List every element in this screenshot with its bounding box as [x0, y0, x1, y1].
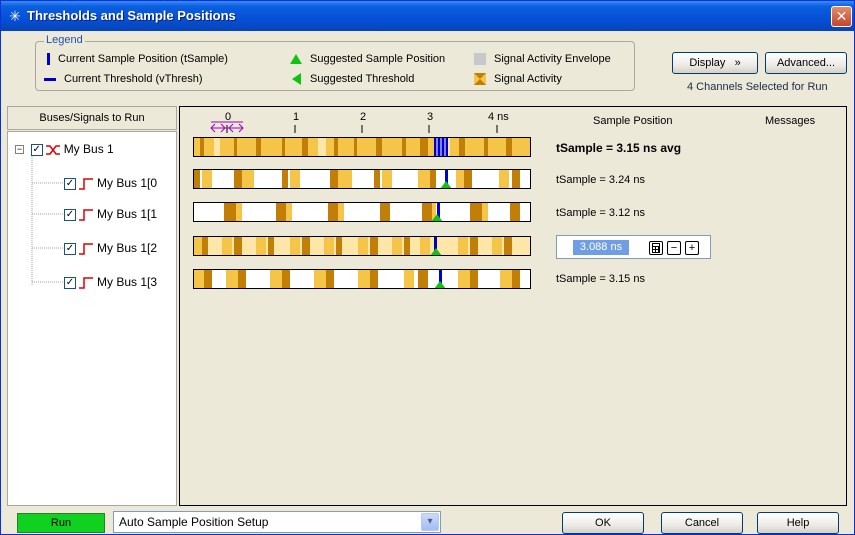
chevron-down-icon[interactable]: ▾ — [421, 513, 439, 531]
legend-activity-envelope: Signal Activity Envelope — [474, 52, 611, 66]
tsample-bit-3: tSample = 3.15 ns — [556, 273, 645, 285]
signal-activity-bar-2[interactable] — [193, 202, 531, 222]
legend-caption: Legend — [44, 34, 85, 46]
thresholds-window: ✳ Thresholds and Sample Positions ✕ Lege… — [0, 0, 855, 535]
display-button[interactable]: Display » — [672, 52, 758, 74]
decrement-button[interactable]: − — [667, 241, 681, 255]
advanced-button[interactable]: Advanced... — [765, 52, 847, 74]
double-chevron-down-icon: » — [734, 57, 741, 69]
signal-activity-bar-4[interactable] — [193, 269, 531, 289]
green-up-triangle-icon — [290, 54, 302, 65]
mode-select[interactable]: Auto Sample Position Setup ▾ — [113, 511, 441, 533]
sample-position-panel — [179, 106, 847, 506]
tsample-bit-1: tSample = 3.12 ns — [556, 207, 645, 219]
buses-signals-header[interactable]: Buses/Signals to Run — [7, 106, 177, 130]
time-scale-ticks — [210, 121, 498, 133]
legend-signal-activity: Signal Activity — [474, 72, 562, 86]
bus-signal-tree[interactable]: − ✓ My Bus 1 ✓ My Bus 1[0 ✓ My Bus 1[1 ✓ My … — [7, 131, 177, 506]
close-button[interactable]: ✕ — [831, 6, 852, 27]
collapse-icon[interactable]: − — [15, 145, 24, 155]
legend-current-sample: Current Sample Position (tSample) — [44, 52, 228, 66]
help-button[interactable]: Help — [757, 512, 839, 534]
tree-item-label: My Bus 1[0 — [97, 176, 158, 190]
run-button[interactable]: Run — [17, 513, 105, 533]
window-title: Thresholds and Sample Positions — [27, 8, 236, 23]
checkbox-my-bus-1-2[interactable]: ✓ — [64, 242, 76, 255]
blue-horizontal-bar-icon — [44, 77, 56, 81]
checkbox-my-bus-1-0[interactable]: ✓ — [64, 177, 76, 190]
legend-current-threshold: Current Threshold (vThresh) — [44, 72, 203, 86]
tree-item-my-bus-1-2[interactable]: ✓ My Bus 1[2 — [64, 239, 157, 257]
legend-suggested-threshold: Suggested Threshold — [290, 72, 414, 86]
tree-item-label: My Bus 1[3 — [97, 275, 158, 289]
sample-position-editor[interactable]: 3.088 ns − + — [556, 235, 711, 259]
tree-item-my-bus-1-0[interactable]: ✓ My Bus 1[0 — [64, 174, 157, 192]
signal-edge-icon — [79, 178, 93, 190]
col-header-messages: Messages — [765, 115, 816, 127]
increment-button[interactable]: + — [685, 241, 699, 255]
signal-activity-bar-1[interactable] — [193, 169, 531, 189]
channels-selected-info: 4 Channels Selected for Run — [687, 81, 828, 93]
legend-suggested-sample: Suggested Sample Position — [290, 52, 445, 66]
tsample-bus: tSample = 3.15 ns avg — [556, 141, 682, 155]
green-left-triangle-icon — [292, 73, 301, 86]
tree-item-label: My Bus 1[1 — [97, 207, 158, 221]
signal-edge-icon — [79, 243, 93, 255]
legend-group: Legend Current Sample Position (tSample)… — [35, 34, 635, 91]
signal-edge-icon — [79, 209, 93, 221]
tree-item-my-bus-1[interactable]: − ✓ My Bus 1 — [15, 140, 114, 158]
tree-item-label: My Bus 1 — [63, 142, 114, 156]
app-asterisk-icon: ✳ — [9, 8, 21, 24]
bus-icon — [45, 145, 60, 155]
tree-item-my-bus-1-3[interactable]: ✓ My Bus 1[3 — [64, 273, 157, 291]
checkbox-my-bus-1-3[interactable]: ✓ — [64, 276, 76, 289]
sample-position-input[interactable]: 3.088 ns — [573, 240, 629, 255]
signal-activity-icon — [474, 73, 486, 86]
cancel-button[interactable]: Cancel — [661, 512, 743, 534]
checkbox-my-bus-1[interactable]: ✓ — [30, 143, 43, 156]
title-bar[interactable]: ✳ Thresholds and Sample Positions ✕ — [1, 1, 854, 31]
checkbox-my-bus-1-1[interactable]: ✓ — [64, 208, 76, 221]
tree-item-label: My Bus 1[2 — [97, 241, 158, 255]
gray-square-icon — [474, 53, 486, 66]
calculator-icon[interactable] — [649, 241, 663, 255]
col-header-sample-position: Sample Position — [593, 115, 673, 127]
blue-vertical-bar-icon — [47, 53, 50, 66]
mode-select-value: Auto Sample Position Setup — [119, 515, 269, 529]
ok-button[interactable]: OK — [562, 512, 644, 534]
signal-activity-bar-bus[interactable] — [193, 137, 531, 157]
tree-item-my-bus-1-1[interactable]: ✓ My Bus 1[1 — [64, 205, 157, 223]
signal-activity-bar-3[interactable] — [193, 236, 531, 256]
signal-edge-icon — [79, 277, 93, 289]
tsample-bit-0: tSample = 3.24 ns — [556, 174, 645, 186]
